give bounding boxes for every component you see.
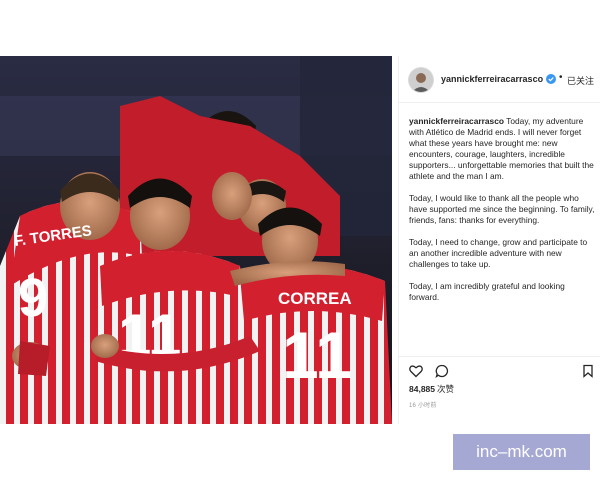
instagram-post: F. TORRES 9 11 CORREA 11 yannickferreira… — [0, 56, 600, 424]
separator-dot: • — [559, 72, 563, 83]
jersey-number-left: 9 — [18, 268, 48, 328]
username-link[interactable]: yannickferreiracarrasco — [441, 74, 543, 84]
team-celebration-image: F. TORRES 9 11 CORREA 11 — [0, 56, 392, 424]
caption-username[interactable]: yannickferreiracarrasco — [409, 116, 504, 126]
watermark: inc–mk.com — [453, 434, 590, 470]
caption-paragraph: Today, I would like to thank all the peo… — [409, 193, 595, 225]
post-actions: 84,885 次赞 16 小时前 — [399, 356, 600, 425]
post-timestamp: 16 小时前 — [409, 403, 437, 409]
post-sidebar: yannickferreiracarrasco • 已关注 yannickfer… — [398, 56, 600, 424]
likes-count[interactable]: 84,885 次赞 — [409, 383, 454, 395]
post-header: yannickferreiracarrasco • 已关注 — [399, 56, 600, 103]
avatar[interactable] — [409, 68, 433, 92]
caption-paragraph: Today, I need to change, grow and partic… — [409, 237, 588, 269]
caption-paragraph: Today, I am incredibly grateful and look… — [409, 281, 565, 302]
likes-number: 84,885 — [409, 384, 435, 394]
verified-badge-icon — [546, 74, 556, 84]
post-photo[interactable]: F. TORRES 9 11 CORREA 11 — [0, 56, 392, 424]
heart-icon[interactable] — [409, 364, 423, 378]
comment-icon[interactable] — [435, 364, 449, 378]
avatar-image — [409, 68, 433, 92]
bookmark-icon[interactable] — [581, 364, 595, 378]
jersey-number-right: 11 — [282, 318, 352, 392]
likes-label: 次赞 — [437, 384, 455, 394]
follow-status-button[interactable]: 已关注 — [567, 74, 594, 87]
caption-paragraph: yannickferreiracarrasco Today, my advent… — [409, 116, 597, 182]
post-caption: yannickferreiracarrasco Today, my advent… — [409, 116, 597, 314]
jersey-name-correa: CORREA — [278, 289, 352, 308]
